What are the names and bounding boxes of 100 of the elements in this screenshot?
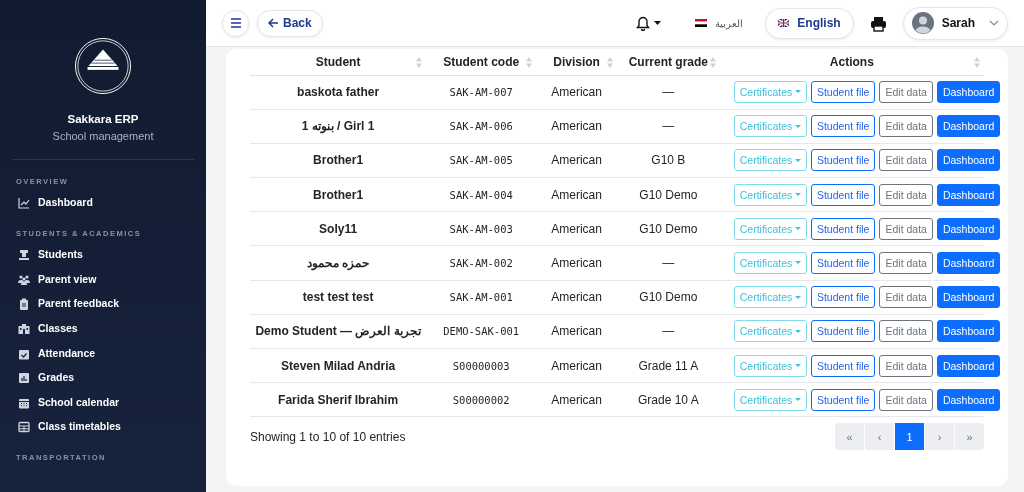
line-chart-icon — [18, 197, 30, 210]
division: American — [551, 119, 602, 134]
division: American — [551, 85, 602, 100]
edit-data-button[interactable]: Edit data — [879, 354, 933, 377]
brand-subtitle: School management — [51, 129, 155, 145]
sort-icon — [526, 57, 533, 68]
student-name: Steven Milad Andria — [280, 358, 396, 373]
student-file-button[interactable]: Student file — [810, 354, 876, 377]
column-header[interactable]: Actions — [829, 54, 874, 69]
student-name: Brother1 — [313, 153, 364, 168]
user-menu-button[interactable]: Sarah — [902, 6, 1008, 40]
student-file-button[interactable]: Student file — [810, 183, 876, 206]
student-name: test test test — [302, 290, 374, 305]
edit-data-button[interactable]: Edit data — [879, 286, 933, 309]
page-button[interactable]: › — [925, 423, 954, 451]
student-file-button[interactable]: Student file — [810, 115, 876, 138]
current-grade: — — [662, 256, 675, 271]
sidebar-item[interactable]: Classes — [0, 316, 206, 342]
current-grade: G10 Demo — [639, 187, 698, 202]
current-grade: G10 Demo — [639, 290, 698, 305]
back-button[interactable]: Back — [257, 9, 323, 37]
edit-data-button[interactable]: Edit data — [879, 81, 933, 104]
sort-icon — [416, 57, 423, 68]
student-code: S00000002 — [452, 393, 510, 406]
division: American — [551, 221, 602, 236]
language-button[interactable]: English — [765, 7, 854, 39]
student-name: Farida Sherif Ibrahim — [278, 392, 399, 407]
dashboard-button[interactable]: Dashboard — [936, 115, 1001, 138]
student-code: SAK-AM-002 — [449, 257, 513, 270]
menu-button[interactable] — [222, 9, 249, 37]
student-file-button[interactable]: Student file — [810, 252, 876, 275]
sort-icon — [607, 57, 613, 68]
dashboard-button[interactable]: Dashboard — [936, 252, 1001, 275]
student-code: S00000003 — [452, 359, 510, 372]
sidebar-item[interactable]: Students — [0, 242, 206, 268]
student-file-button[interactable]: Student file — [810, 217, 876, 240]
student-file-button[interactable]: Student file — [810, 149, 876, 172]
sidebar-item[interactable]: Parent view — [0, 267, 206, 293]
current-grade: — — [662, 324, 675, 339]
sidebar-item[interactable]: Attendance — [0, 341, 206, 366]
page-button[interactable]: ‹ — [865, 423, 894, 451]
sidebar-item[interactable]: Class timetables — [0, 415, 206, 440]
column-header[interactable]: Division — [553, 54, 600, 69]
student-file-button[interactable]: Student file — [810, 286, 876, 309]
student-name: Soly11 — [319, 221, 358, 236]
calendar-icon — [18, 396, 30, 409]
current-grade: G10 B — [651, 153, 686, 168]
page-button[interactable]: 1 — [895, 423, 924, 451]
student-file-button[interactable]: Student file — [810, 388, 876, 411]
dashboard-button[interactable]: Dashboard — [936, 354, 1001, 377]
division: American — [551, 324, 602, 339]
entries-info: Showing 1 to 10 of 10 entries — [250, 428, 406, 446]
sidebar-item[interactable]: School calendar — [0, 390, 206, 415]
menu-icon — [229, 18, 242, 28]
dashboard-button[interactable]: Dashboard — [936, 286, 1001, 309]
student-code: SAK-AM-006 — [449, 120, 513, 133]
current-grade: G10 Demo — [639, 221, 698, 236]
printer-icon — [869, 15, 887, 32]
edit-data-button[interactable]: Edit data — [879, 217, 933, 240]
dashboard-button[interactable]: Dashboard — [936, 320, 1001, 343]
dashboard-button[interactable]: Dashboard — [936, 388, 1001, 411]
current-grade: Grade 10 A — [638, 392, 699, 407]
avatar-icon — [911, 12, 934, 34]
caret-icon — [654, 21, 662, 25]
edit-data-button[interactable]: Edit data — [879, 115, 933, 138]
language-link[interactable]: العربية — [695, 15, 744, 31]
sidebar-item[interactable]: Parent feedback — [0, 292, 206, 317]
current-grade: — — [662, 85, 675, 100]
division: American — [551, 392, 602, 407]
column-header[interactable]: Current grade — [628, 54, 709, 69]
calendar-check-icon — [18, 347, 30, 360]
sort-icon — [974, 57, 980, 68]
student-code: SAK-AM-005 — [449, 154, 513, 167]
division: American — [551, 187, 602, 202]
column-header[interactable]: Student code — [443, 54, 520, 69]
student-name: Demo Student — تجربة العرض — [255, 324, 421, 339]
division: American — [551, 256, 602, 271]
page-button[interactable]: » — [955, 423, 984, 451]
edit-data-button[interactable]: Edit data — [879, 252, 933, 275]
student-file-button[interactable]: Student file — [810, 81, 876, 104]
edit-data-button[interactable]: Edit data — [879, 183, 933, 206]
student-name: Brother1 — [313, 187, 364, 202]
dashboard-button[interactable]: Dashboard — [936, 149, 1001, 172]
school-logo-icon — [74, 37, 132, 95]
building-icon — [18, 322, 30, 335]
page-button[interactable]: « — [835, 423, 864, 451]
edit-data-button[interactable]: Edit data — [879, 320, 933, 343]
student-name: 1 بنوته / Girl 1 — [301, 119, 375, 134]
student-icon — [18, 249, 30, 262]
current-grade: — — [662, 119, 675, 134]
dashboard-button[interactable]: Dashboard — [936, 183, 1001, 206]
column-header[interactable]: Student — [315, 54, 361, 69]
sidebar-item[interactable]: Dashboard — [0, 191, 206, 216]
notifications-button[interactable] — [636, 15, 662, 31]
edit-data-button[interactable]: Edit data — [879, 149, 933, 172]
edit-data-button[interactable]: Edit data — [879, 388, 933, 411]
student-file-button[interactable]: Student file — [810, 320, 876, 343]
sidebar-item[interactable]: Grades — [0, 365, 206, 391]
dashboard-button[interactable]: Dashboard — [936, 81, 1001, 104]
dashboard-button[interactable]: Dashboard — [936, 217, 1001, 240]
